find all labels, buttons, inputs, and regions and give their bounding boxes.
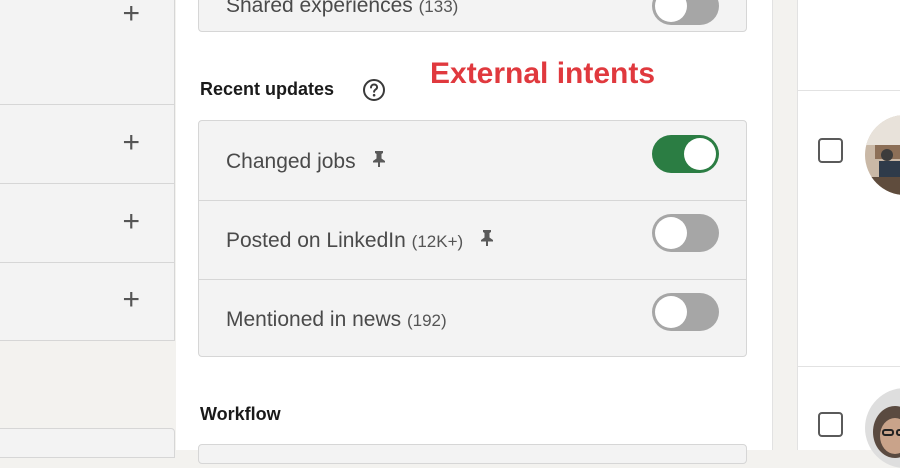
changed-jobs-toggle[interactable] [652,135,719,173]
left-filter-row[interactable]: + [0,0,174,105]
left-filter-panel: + + + + [0,0,175,341]
shared-experiences-box: Shared experiences (133) [198,0,747,32]
left-filter-row[interactable]: + [0,262,174,340]
recent-updates-heading: Recent updates [200,79,335,99]
result-divider [797,90,900,91]
pin-icon[interactable] [371,150,387,174]
filter-row-label: Shared experiences (133) [226,0,458,18]
recent-updates-box: Changed jobs Posted on LinkedIn (12K+) M… [198,120,747,357]
posted-on-linkedin-toggle[interactable] [652,214,719,252]
filter-row-shared-experiences[interactable]: Shared experiences (133) [199,0,746,31]
pin-icon[interactable] [479,229,495,253]
result-divider [797,366,900,367]
left-filter-panel-bottom [0,428,175,458]
toggle-knob [684,138,716,170]
external-intents-annotation: External intents [430,57,656,90]
result-select-checkbox[interactable] [818,412,843,437]
plus-icon[interactable]: + [122,0,140,29]
mentioned-in-news-label: Mentioned in news [226,308,402,331]
plus-icon[interactable]: + [122,285,140,315]
toggle-knob [655,296,687,328]
workflow-box [198,444,747,464]
changed-jobs-label: Changed jobs [226,150,356,173]
filter-row-label: Changed jobs [226,150,387,174]
workflow-heading: Workflow [200,404,281,424]
filter-row-changed-jobs[interactable]: Changed jobs [199,121,746,201]
shared-experiences-toggle[interactable] [652,0,719,25]
shared-experiences-label: Shared experiences [226,0,413,17]
filter-row-mentioned-in-news[interactable]: Mentioned in news (192) [199,279,746,358]
question-circle-icon[interactable] [362,78,386,102]
shared-experiences-count: (133) [418,0,459,16]
results-list [797,0,900,450]
left-filter-row[interactable]: + [0,104,174,184]
plus-icon[interactable]: + [122,128,140,158]
mentioned-in-news-count: (192) [406,311,447,330]
result-select-checkbox[interactable] [818,138,843,163]
posted-on-linkedin-label: Posted on LinkedIn [226,229,406,252]
plus-icon[interactable]: + [122,207,140,237]
posted-on-linkedin-count: (12K+) [411,232,464,251]
mentioned-in-news-toggle[interactable] [652,293,719,331]
toggle-knob [655,217,687,249]
filter-row-label: Mentioned in news (192) [226,308,447,332]
filter-row-posted-on-linkedin[interactable]: Posted on LinkedIn (12K+) [199,200,746,280]
filter-row-label: Posted on LinkedIn (12K+) [226,229,495,253]
left-filter-row[interactable]: + [0,183,174,263]
toggle-knob [655,0,687,22]
